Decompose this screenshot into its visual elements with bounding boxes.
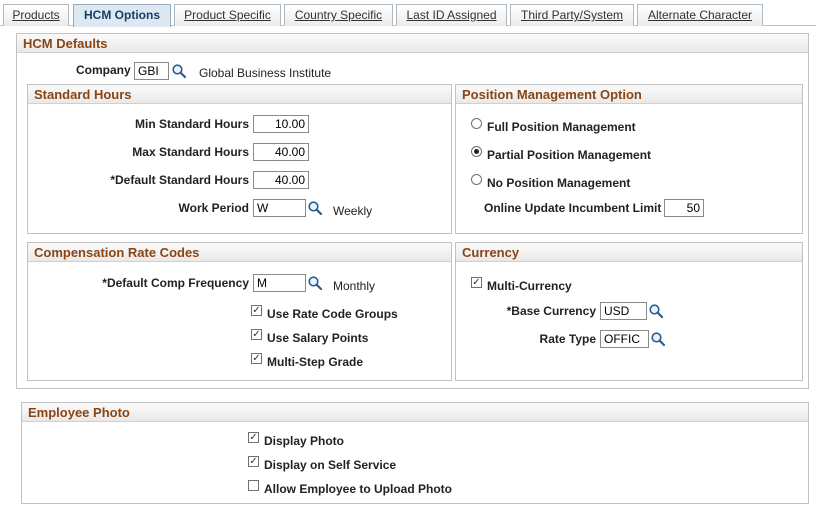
display-on-self-service-checkbox[interactable]: ✓ <box>248 456 259 467</box>
use-salary-points-checkbox[interactable]: ✓ <box>251 329 262 340</box>
min-standard-hours-label: Min Standard Hours <box>134 117 249 131</box>
partial-position-management-label: Partial Position Management <box>487 148 652 162</box>
comp-rate-codes-header: Compensation Rate Codes <box>28 243 451 262</box>
default-comp-frequency-field[interactable] <box>253 274 306 292</box>
work-period-lookup-icon[interactable] <box>307 200 323 216</box>
display-photo-label: Display Photo <box>264 434 345 448</box>
incumbent-limit-field[interactable] <box>664 199 704 217</box>
full-position-management-label: Full Position Management <box>487 120 636 134</box>
min-standard-hours-field[interactable] <box>253 115 309 133</box>
standard-hours-header: Standard Hours <box>28 85 451 104</box>
allow-upload-photo-label: Allow Employee to Upload Photo <box>264 482 453 496</box>
hcm-defaults-title: HCM Defaults <box>23 36 108 51</box>
multi-step-grade-checkbox[interactable]: ✓ <box>251 353 262 364</box>
max-standard-hours-label: Max Standard Hours <box>132 145 249 159</box>
comp-rate-codes-title: Compensation Rate Codes <box>34 245 200 260</box>
employee-photo-title: Employee Photo <box>28 405 130 420</box>
multi-currency-checkbox[interactable]: ✓ <box>471 277 482 288</box>
currency-header: Currency <box>456 243 802 262</box>
tab-products[interactable]: Products <box>3 4 69 26</box>
company-description: Global Business Institute <box>199 66 332 80</box>
currency-title: Currency <box>462 245 520 260</box>
tab-alternate-character[interactable]: Alternate Character <box>637 4 763 26</box>
use-rate-code-groups-label: Use Rate Code Groups <box>267 307 398 321</box>
tab-hcm-options[interactable]: HCM Options <box>73 4 171 27</box>
base-currency-lookup-icon[interactable] <box>648 303 664 319</box>
partial-position-management-radio[interactable] <box>471 146 482 157</box>
company-lookup-icon[interactable] <box>171 63 187 79</box>
display-photo-checkbox[interactable]: ✓ <box>248 432 259 443</box>
work-period-label: Work Period <box>178 201 249 215</box>
work-period-field[interactable] <box>253 199 306 217</box>
default-standard-hours-label: *Default Standard Hours <box>110 173 249 187</box>
multi-currency-label: Multi-Currency <box>487 279 572 293</box>
multi-step-grade-label: Multi-Step Grade <box>267 355 364 369</box>
comp-frequency-description: Monthly <box>333 279 376 293</box>
no-position-management-label: No Position Management <box>487 176 631 190</box>
position-management-header: Position Management Option <box>456 85 802 104</box>
position-management-title: Position Management Option <box>462 87 642 102</box>
incumbent-limit-label: Online Update Incumbent Limit <box>484 201 662 215</box>
work-period-description: Weekly <box>333 204 373 218</box>
comp-frequency-lookup-icon[interactable] <box>307 275 323 291</box>
default-standard-hours-field[interactable] <box>253 171 309 189</box>
rate-type-label: Rate Type <box>539 332 596 346</box>
tab-third-party-system[interactable]: Third Party/System <box>510 4 634 26</box>
hcm-defaults-header: HCM Defaults <box>17 34 808 53</box>
employee-photo-header: Employee Photo <box>22 403 808 422</box>
company-field[interactable] <box>134 62 169 80</box>
use-salary-points-label: Use Salary Points <box>267 331 369 345</box>
display-on-self-service-label: Display on Self Service <box>264 458 397 472</box>
max-standard-hours-field[interactable] <box>253 143 309 161</box>
base-currency-field[interactable] <box>600 302 647 320</box>
use-rate-code-groups-checkbox[interactable]: ✓ <box>251 305 262 316</box>
tab-product-specific[interactable]: Product Specific <box>174 4 281 26</box>
tab-last-id-assigned[interactable]: Last ID Assigned <box>396 4 507 26</box>
company-label: Company <box>76 63 131 77</box>
standard-hours-title: Standard Hours <box>34 87 132 102</box>
rate-type-lookup-icon[interactable] <box>650 331 666 347</box>
no-position-management-radio[interactable] <box>471 174 482 185</box>
tab-country-specific[interactable]: Country Specific <box>284 4 393 26</box>
full-position-management-radio[interactable] <box>471 118 482 129</box>
default-comp-frequency-label: *Default Comp Frequency <box>102 276 249 290</box>
base-currency-label: *Base Currency <box>506 304 596 318</box>
allow-upload-photo-checkbox[interactable] <box>248 480 259 491</box>
rate-type-field[interactable] <box>600 330 649 348</box>
